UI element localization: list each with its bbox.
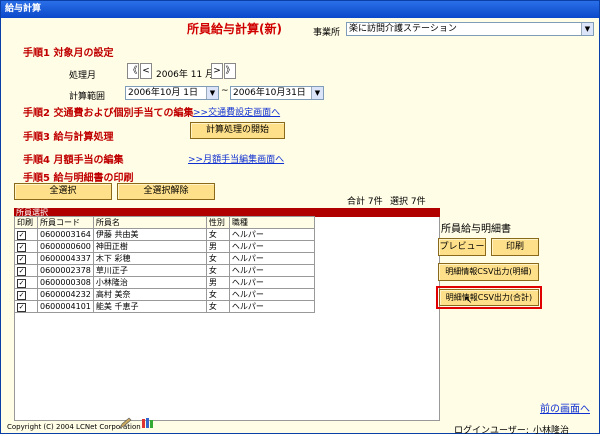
print-checkbox[interactable]: ✓ xyxy=(17,278,26,288)
table-row[interactable]: ✓ 0600002378 草川正子 女 ヘルパー xyxy=(14,264,315,277)
staff-code: 0600004232 xyxy=(37,288,94,301)
staff-job: ヘルパー xyxy=(228,264,315,277)
transport-settings-link[interactable]: >>交通費設定画面へ xyxy=(193,105,280,118)
staff-job: ヘルパー xyxy=(228,288,315,301)
print-checkbox[interactable]: ✓ xyxy=(17,254,26,264)
preview-button[interactable]: プレビュー xyxy=(438,238,486,256)
table-header: 印刷 所員コード 所員名 性別 職種 xyxy=(14,216,315,229)
column-header-job[interactable]: 職種 xyxy=(228,216,315,229)
next-year-button[interactable]: 》 xyxy=(224,63,236,79)
prev-year-button[interactable]: 《 xyxy=(127,63,139,79)
staff-sex: 女 xyxy=(205,228,230,241)
month-value: 2006年 11 月 xyxy=(156,70,215,80)
books-icon[interactable] xyxy=(141,417,155,429)
table-row[interactable]: ✓ 0600000600 神田正樹 男 ヘルパー xyxy=(14,240,315,253)
staff-job: ヘルパー xyxy=(228,240,315,253)
staff-name: 高村 美奈 xyxy=(92,288,207,301)
staff-table: 印刷 所員コード 所員名 性別 職種 ✓ 0600003164 伊藤 共由美 女… xyxy=(14,216,315,313)
column-header-code[interactable]: 所員コード xyxy=(37,216,94,229)
range-label: 計算範囲 xyxy=(69,92,106,102)
staff-job: ヘルパー xyxy=(228,228,315,241)
deselect-all-button[interactable]: 全選択解除 xyxy=(117,183,215,200)
staff-job: ヘルパー xyxy=(228,300,315,313)
office-select-value: 楽に訪問介護ステーション xyxy=(349,24,457,34)
next-month-button[interactable]: > xyxy=(211,63,223,79)
column-header-sex[interactable]: 性別 xyxy=(205,216,230,229)
staff-sex: 女 xyxy=(205,300,230,313)
select-all-button[interactable]: 全選択 xyxy=(14,183,112,200)
staff-sex: 女 xyxy=(205,264,230,277)
office-select[interactable]: 楽に訪問介護ステーション ▼ xyxy=(346,22,594,36)
range-start-value: 2006年10月 1日 xyxy=(128,88,198,98)
staff-code: 0600000600 xyxy=(37,240,94,253)
monthly-allowance-link[interactable]: >>月額手当編集画面へ xyxy=(188,152,284,165)
range-start-select[interactable]: 2006年10月 1日 ▼ xyxy=(125,86,219,100)
table-row[interactable]: ✓ 0600004232 高村 美奈 女 ヘルパー xyxy=(14,288,315,301)
range-separator: ~ xyxy=(221,86,229,96)
column-header-print[interactable]: 印刷 xyxy=(14,216,38,229)
csv-total-button[interactable]: 明細情報CSV出力(合計) xyxy=(439,289,539,306)
payslip-heading: 所員給与明細書 xyxy=(441,224,511,235)
chevron-down-icon[interactable]: ▼ xyxy=(581,23,593,35)
print-checkbox[interactable]: ✓ xyxy=(17,290,26,300)
print-checkbox[interactable]: ✓ xyxy=(17,230,26,240)
staff-name: 神田正樹 xyxy=(92,240,207,253)
print-checkbox[interactable]: ✓ xyxy=(17,302,26,312)
range-end-value: 2006年10月31日 xyxy=(233,88,306,98)
cursor-icon: ↖ xyxy=(464,295,473,306)
table-row[interactable]: ✓ 0600003164 伊藤 共由美 女 ヘルパー xyxy=(14,228,315,241)
window-title: 給与計算 xyxy=(1,1,599,18)
step5-heading: 手順5 給与明細書の印刷 xyxy=(23,173,134,184)
office-label: 事業所 xyxy=(313,28,341,38)
table-row[interactable]: ✓ 0600000308 小林隆治 男 ヘルパー xyxy=(14,276,315,289)
staff-code: 0600004101 xyxy=(37,300,94,313)
step4-heading: 手順4 月額手当の編集 xyxy=(23,155,124,166)
login-user: 小林隆治 xyxy=(533,426,570,436)
staff-sex: 女 xyxy=(205,252,230,265)
staff-name: 小林隆治 xyxy=(92,276,207,289)
table-row[interactable]: ✓ 0600004101 能美 千恵子 女 ヘルパー xyxy=(14,300,315,313)
staff-sex: 女 xyxy=(205,288,230,301)
staff-sex: 男 xyxy=(205,276,230,289)
column-header-name[interactable]: 所員名 xyxy=(92,216,207,229)
staff-name: 伊藤 共由美 xyxy=(92,228,207,241)
selected-count: 選択 7件 xyxy=(390,197,426,207)
print-checkbox[interactable]: ✓ xyxy=(17,242,26,252)
staff-name: 木下 彩穂 xyxy=(92,252,207,265)
prev-month-button[interactable]: < xyxy=(140,63,152,79)
step2-heading: 手順2 交通費および個別手当ての編集 xyxy=(23,108,194,119)
start-calculation-button[interactable]: 計算処理の開始 xyxy=(190,122,285,139)
staff-job: ヘルパー xyxy=(228,252,315,265)
login-label: ログインユーザー: xyxy=(454,426,529,436)
chevron-down-icon[interactable]: ▼ xyxy=(206,87,218,99)
staff-code: 0600002378 xyxy=(37,264,94,277)
staff-sex: 男 xyxy=(205,240,230,253)
staff-code: 0600004337 xyxy=(37,252,94,265)
total-count: 合計 7件 xyxy=(347,197,383,207)
csv-detail-button[interactable]: 明細情報CSV出力(明細) xyxy=(438,263,539,281)
staff-code: 0600003164 xyxy=(37,228,94,241)
step3-heading: 手順3 給与計算処理 xyxy=(23,132,114,143)
chevron-down-icon[interactable]: ▼ xyxy=(311,87,323,99)
staff-name: 能美 千恵子 xyxy=(92,300,207,313)
print-button[interactable]: 印刷 xyxy=(491,238,539,256)
staff-job: ヘルパー xyxy=(228,276,315,289)
back-link[interactable]: 前の画面へ xyxy=(540,400,590,415)
range-end-select[interactable]: 2006年10月31日 ▼ xyxy=(230,86,324,100)
pencil-icon[interactable] xyxy=(118,417,132,429)
staff-name: 草川正子 xyxy=(92,264,207,277)
staff-code: 0600000308 xyxy=(37,276,94,289)
table-row[interactable]: ✓ 0600004337 木下 彩穂 女 ヘルパー xyxy=(14,252,315,265)
month-label: 処理月 xyxy=(69,71,97,81)
main-window: 給与計算 所員給与計算(新) 事業所 楽に訪問介護ステーション ▼ 手順1 対象… xyxy=(0,0,600,436)
page-title: 所員給与計算(新) xyxy=(187,22,282,36)
print-checkbox[interactable]: ✓ xyxy=(17,266,26,276)
step1-heading: 手順1 対象月の設定 xyxy=(23,48,114,59)
